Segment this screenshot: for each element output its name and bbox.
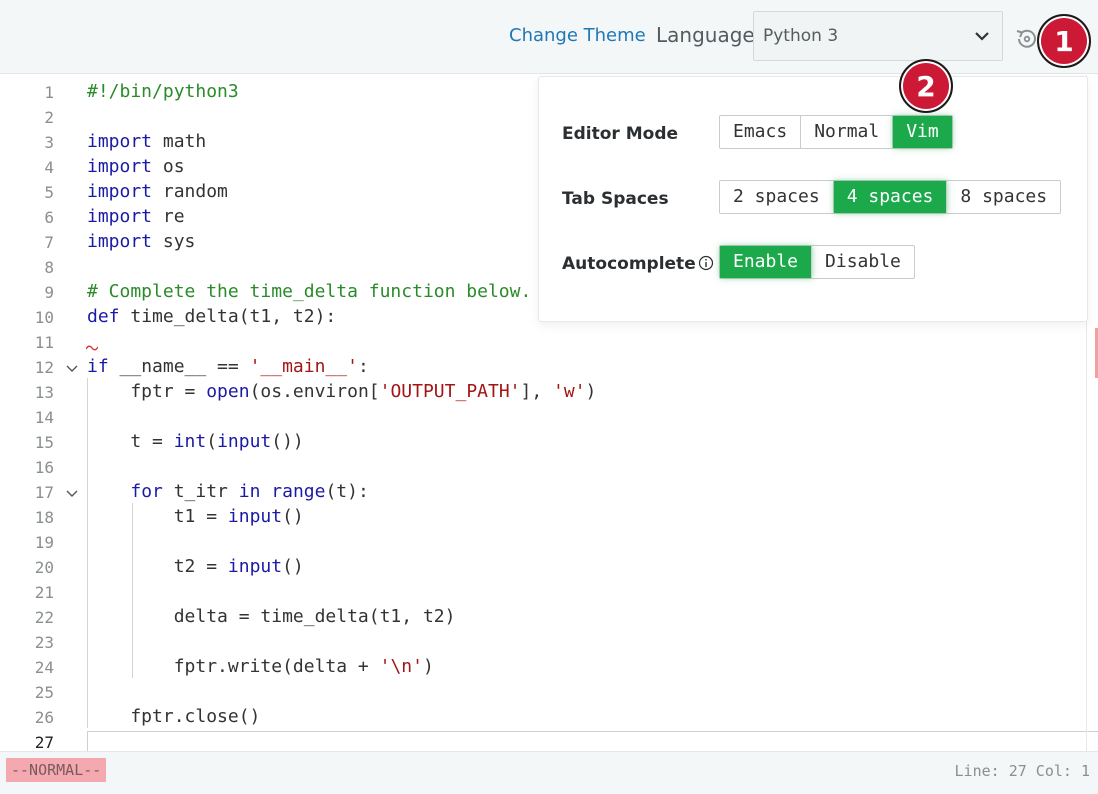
tab-spaces-label: Tab Spaces bbox=[562, 189, 669, 209]
code-line: if __name__ == '__main__': bbox=[87, 356, 369, 377]
code-line: fptr = open(os.environ['OUTPUT_PATH'], '… bbox=[87, 381, 597, 402]
line-number: 5 bbox=[44, 183, 54, 202]
code-line: delta = time_delta(t1, t2) bbox=[87, 606, 456, 627]
tab-spaces-8[interactable]: 8 spaces bbox=[947, 181, 1060, 213]
step-marker-1: 1 bbox=[1037, 14, 1091, 68]
code-line: import math bbox=[87, 131, 207, 152]
fold-chevron-icon[interactable] bbox=[66, 365, 78, 373]
line-number: 3 bbox=[44, 133, 54, 152]
status-bar: --NORMAL-- Line: 27 Col: 1 bbox=[0, 751, 1098, 794]
change-theme-link[interactable]: Change Theme bbox=[509, 25, 646, 46]
line-number: 18 bbox=[34, 508, 54, 527]
code-line: def time_delta(t1, t2): bbox=[87, 306, 337, 327]
code-line: t1 = input() bbox=[87, 506, 304, 527]
line-number: 24 bbox=[34, 658, 54, 677]
line-number: 19 bbox=[34, 533, 54, 552]
editor-mode-label: Editor Mode bbox=[562, 124, 679, 144]
fold-chevron-icon[interactable] bbox=[66, 490, 78, 498]
vim-mode-badge: --NORMAL-- bbox=[6, 758, 107, 782]
line-number: 13 bbox=[34, 383, 54, 402]
code-line: fptr.write(delta + '\n') bbox=[87, 656, 434, 677]
current-line-highlight bbox=[87, 731, 1098, 751]
line-number: 10 bbox=[34, 308, 54, 327]
tab-spaces-2[interactable]: 2 spaces bbox=[720, 181, 834, 213]
line-number: 20 bbox=[34, 558, 54, 577]
line-number: 25 bbox=[34, 683, 54, 702]
line-number: 26 bbox=[34, 708, 54, 727]
code-line: t2 = input() bbox=[87, 556, 304, 577]
line-number: 15 bbox=[34, 433, 54, 452]
code-line: import os bbox=[87, 156, 185, 177]
language-select[interactable]: Python 3 bbox=[753, 11, 1003, 61]
line-number: 17 bbox=[34, 483, 54, 502]
editor-mode-vim[interactable]: Vim bbox=[893, 116, 952, 148]
language-label: Language bbox=[656, 23, 755, 47]
language-select-value: Python 3 bbox=[763, 26, 839, 46]
cursor-position: Line: 27 Col: 1 bbox=[954, 762, 1090, 780]
editor-mode-normal[interactable]: Normal bbox=[801, 116, 894, 148]
code-line: import re bbox=[87, 206, 185, 227]
line-number: 4 bbox=[44, 158, 54, 177]
step-marker-2: 2 bbox=[899, 59, 953, 113]
error-squiggle bbox=[86, 345, 98, 351]
indent-guide bbox=[132, 503, 133, 678]
line-number: 1 bbox=[44, 83, 54, 102]
code-line: t = int(input()) bbox=[87, 431, 304, 452]
line-number: 7 bbox=[44, 233, 54, 252]
editor-mode-toggle: Emacs Normal Vim bbox=[719, 115, 953, 149]
tab-spaces-4[interactable]: 4 spaces bbox=[833, 181, 948, 213]
code-line: fptr.close() bbox=[87, 706, 261, 727]
line-number: 16 bbox=[34, 458, 54, 477]
editor-mode-emacs[interactable]: Emacs bbox=[720, 116, 802, 148]
line-number: 22 bbox=[34, 608, 54, 627]
autocomplete-disable[interactable]: Disable bbox=[812, 246, 914, 278]
line-number: 11 bbox=[34, 333, 54, 352]
autocomplete-label-text: Autocomplete bbox=[562, 254, 696, 274]
info-icon[interactable] bbox=[698, 255, 714, 271]
line-number-gutter: 1 2 3 4 5 6 7 8 9 10 11 12 13 14 15 16 1… bbox=[0, 75, 86, 751]
line-number: 12 bbox=[34, 358, 54, 377]
autocomplete-label: Autocomplete bbox=[562, 254, 714, 274]
line-number: 21 bbox=[34, 583, 54, 602]
line-number: 23 bbox=[34, 633, 54, 652]
chevron-down-icon bbox=[975, 32, 989, 41]
line-number: 8 bbox=[44, 258, 54, 277]
code-line: # Complete the time_delta function below… bbox=[87, 281, 532, 302]
line-number: 14 bbox=[34, 408, 54, 427]
code-line: import random bbox=[87, 181, 228, 202]
autocomplete-enable[interactable]: Enable bbox=[720, 246, 813, 278]
line-number: 27 bbox=[34, 733, 54, 751]
code-line: for t_itr in range(t): bbox=[130, 481, 369, 502]
tab-spaces-toggle: 2 spaces 4 spaces 8 spaces bbox=[719, 180, 1062, 214]
code-line: #!/bin/python3 bbox=[87, 81, 239, 102]
autocomplete-toggle: Enable Disable bbox=[719, 245, 915, 279]
line-number: 6 bbox=[44, 208, 54, 227]
line-number: 2 bbox=[44, 108, 54, 127]
editor-settings-panel: Editor Mode Emacs Normal Vim Tab Spaces … bbox=[538, 76, 1088, 322]
code-line: import sys bbox=[87, 231, 196, 252]
line-number: 9 bbox=[44, 283, 54, 302]
